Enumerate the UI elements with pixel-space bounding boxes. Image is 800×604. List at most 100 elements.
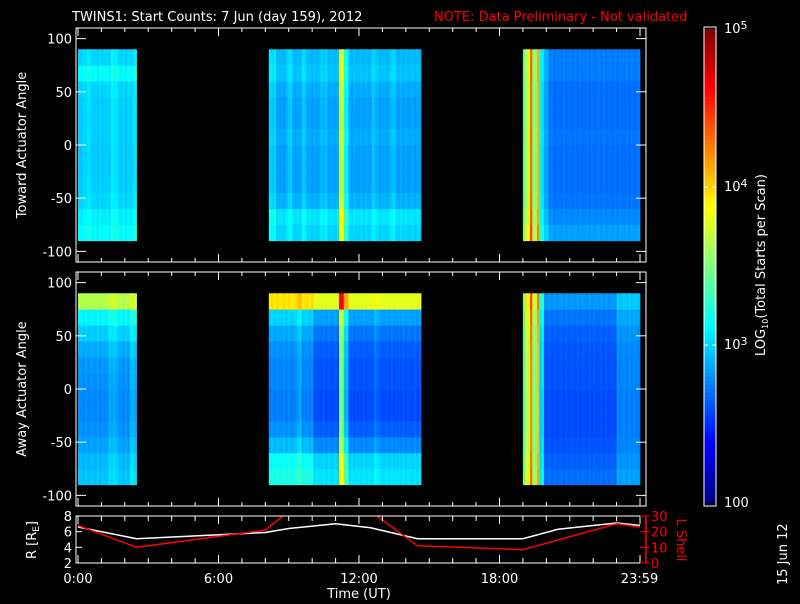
heatmap-cell — [357, 97, 361, 114]
heatmap-cell — [392, 129, 396, 146]
heatmap-cell — [397, 341, 401, 358]
heatmap-cell — [268, 160, 272, 178]
heatmap-cell — [525, 81, 528, 98]
heatmap-cell — [369, 81, 373, 98]
heatmap-cell — [385, 192, 389, 210]
heatmap-cell — [625, 373, 629, 390]
heatmap-cell — [78, 373, 81, 390]
heatmap-cell — [399, 192, 403, 210]
heatmap-cell — [120, 404, 123, 422]
heatmap-cell — [327, 208, 331, 226]
heatmap-cell — [80, 129, 84, 146]
colorbar-segment — [704, 345, 716, 350]
heatmap-cell — [357, 224, 361, 242]
heatmap-cell — [325, 389, 328, 406]
heatmap-cell — [614, 404, 617, 422]
heatmap-cell — [318, 81, 321, 98]
heatmap-cell — [525, 192, 528, 210]
heatmap-cell — [350, 81, 354, 98]
heatmap-cell — [543, 145, 547, 162]
heatmap-cell — [271, 373, 274, 390]
heatmap-cell — [637, 468, 641, 486]
heatmap-cell — [82, 224, 86, 242]
heatmap-cell — [572, 145, 575, 162]
heatmap-cell — [122, 129, 126, 146]
heatmap-cell — [87, 224, 91, 242]
heatmap-cell — [332, 420, 335, 438]
heatmap-cell — [597, 49, 601, 66]
heatmap-cell — [574, 357, 578, 374]
heatmap-cell — [120, 129, 123, 146]
r-distance-line — [77, 522, 641, 540]
heatmap-cell — [534, 160, 538, 178]
heatmap-cell — [271, 97, 274, 114]
heatmap-cell — [416, 192, 420, 210]
heatmap-cell — [325, 357, 328, 374]
heatmap-cell — [320, 49, 324, 66]
heatmap-cell — [385, 357, 389, 374]
heatmap-cell — [402, 145, 406, 162]
heatmap-cell — [78, 224, 81, 242]
heatmap-cell — [108, 224, 112, 242]
heatmap-cell — [127, 176, 130, 194]
heatmap-cell — [529, 452, 533, 470]
heatmap-cell — [565, 389, 568, 406]
heatmap-cell — [597, 81, 601, 98]
heatmap-cell — [562, 160, 566, 178]
heatmap-cell — [129, 309, 133, 326]
heatmap-cell — [336, 293, 340, 310]
heatmap-cell — [103, 373, 107, 390]
heatmap-cell — [392, 309, 396, 326]
heatmap-cell — [339, 357, 342, 374]
heatmap-cell — [322, 389, 326, 406]
heatmap-cell — [378, 341, 382, 358]
heatmap-cell — [574, 436, 578, 454]
heatmap-cell — [320, 293, 324, 310]
heatmap-cell — [285, 145, 288, 162]
heatmap-cell — [334, 452, 338, 470]
heatmap-cell — [339, 389, 342, 406]
colorbar-segment — [704, 317, 716, 322]
heatmap-cell — [278, 325, 281, 342]
heatmap-cell — [296, 145, 300, 162]
heatmap-cell — [362, 176, 366, 194]
heatmap-cell — [315, 192, 319, 210]
heatmap-cell — [418, 341, 422, 358]
heatmap-cell — [402, 224, 406, 242]
heatmap-cell — [124, 160, 128, 178]
heatmap-cell — [369, 373, 373, 390]
heatmap-cell — [595, 389, 599, 406]
heatmap-cell — [127, 49, 130, 66]
heatmap-cell — [541, 208, 545, 226]
heatmap-cell — [115, 145, 119, 162]
heatmap-cell — [117, 373, 121, 390]
heatmap-cell — [534, 192, 538, 210]
heatmap-cell — [525, 145, 528, 162]
heatmap-cell — [127, 373, 130, 390]
colorbar-segment — [704, 72, 716, 77]
heatmap-cell — [348, 404, 352, 422]
heatmap-cell — [311, 468, 314, 486]
heatmap-cell — [131, 129, 135, 146]
heatmap-cell — [532, 293, 536, 310]
heatmap-cell — [628, 436, 632, 454]
heatmap-cell — [399, 81, 403, 98]
heatmap-cell — [329, 373, 333, 390]
heatmap-cell — [527, 404, 531, 422]
heatmap-cell — [369, 325, 373, 342]
heatmap-cell — [630, 389, 634, 406]
heatmap-cell — [268, 436, 272, 454]
heatmap-cell — [593, 97, 596, 114]
heatmap-cell — [332, 293, 335, 310]
heatmap-cell — [303, 293, 307, 310]
heatmap-cell — [418, 404, 422, 422]
heatmap-cell — [278, 113, 281, 130]
heatmap-cell — [127, 65, 130, 82]
heatmap-cell — [385, 325, 389, 342]
heatmap-cell — [346, 129, 349, 146]
heatmap-cell — [355, 145, 359, 162]
heatmap-cell — [306, 145, 310, 162]
heatmap-cell — [579, 145, 582, 162]
heatmap-cell — [607, 81, 610, 98]
heatmap-cell — [551, 436, 554, 454]
